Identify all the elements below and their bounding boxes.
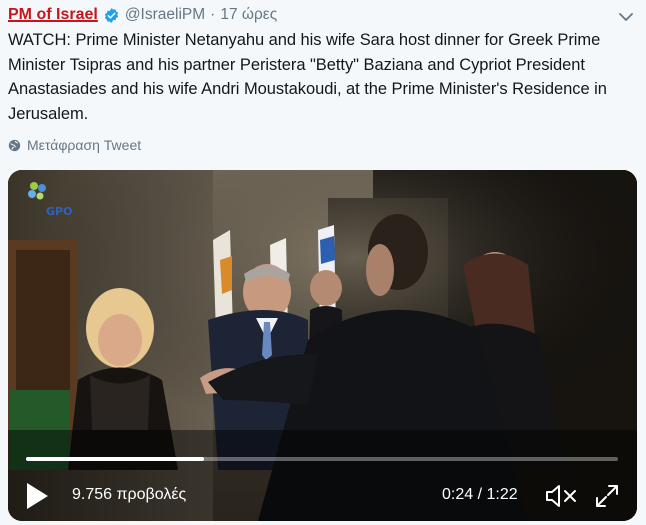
separator-dot: · bbox=[210, 6, 216, 23]
author-handle[interactable]: @IsraeliPM bbox=[125, 6, 205, 24]
tweet-timestamp[interactable]: 17 ώρες bbox=[220, 6, 277, 24]
globe-icon bbox=[8, 139, 21, 151]
chevron-down-icon[interactable] bbox=[618, 9, 634, 25]
translate-label: Μετάφραση Tweet bbox=[27, 137, 142, 153]
tweet: PM of Israel @IsraeliPM · 17 ώρες WATCH:… bbox=[0, 0, 646, 525]
view-count: 9.756 προβολές bbox=[72, 486, 187, 503]
video-time: 0:24 / 1:22 bbox=[442, 486, 518, 503]
volume-muted-icon[interactable] bbox=[544, 483, 578, 509]
gpo-logo: GPO bbox=[20, 178, 72, 218]
gpo-watermark-text: GPO bbox=[46, 205, 73, 218]
video-progress-fill bbox=[26, 457, 204, 461]
verified-badge-icon bbox=[104, 7, 118, 23]
tweet-text: WATCH: Prime Minister Netanyahu and his … bbox=[8, 31, 607, 123]
author-name[interactable]: PM of Israel bbox=[8, 6, 98, 24]
translate-tweet-link[interactable]: Μετάφραση Tweet bbox=[8, 137, 141, 153]
play-icon[interactable] bbox=[24, 481, 50, 511]
video-player[interactable]: GPO 9.756 προβολές 0:24 / 1:22 bbox=[8, 170, 637, 521]
video-frame bbox=[8, 170, 637, 521]
fullscreen-icon[interactable] bbox=[594, 483, 620, 509]
tweet-header: PM of Israel @IsraeliPM · 17 ώρες bbox=[8, 4, 277, 26]
video-progress-bar[interactable] bbox=[26, 457, 618, 461]
